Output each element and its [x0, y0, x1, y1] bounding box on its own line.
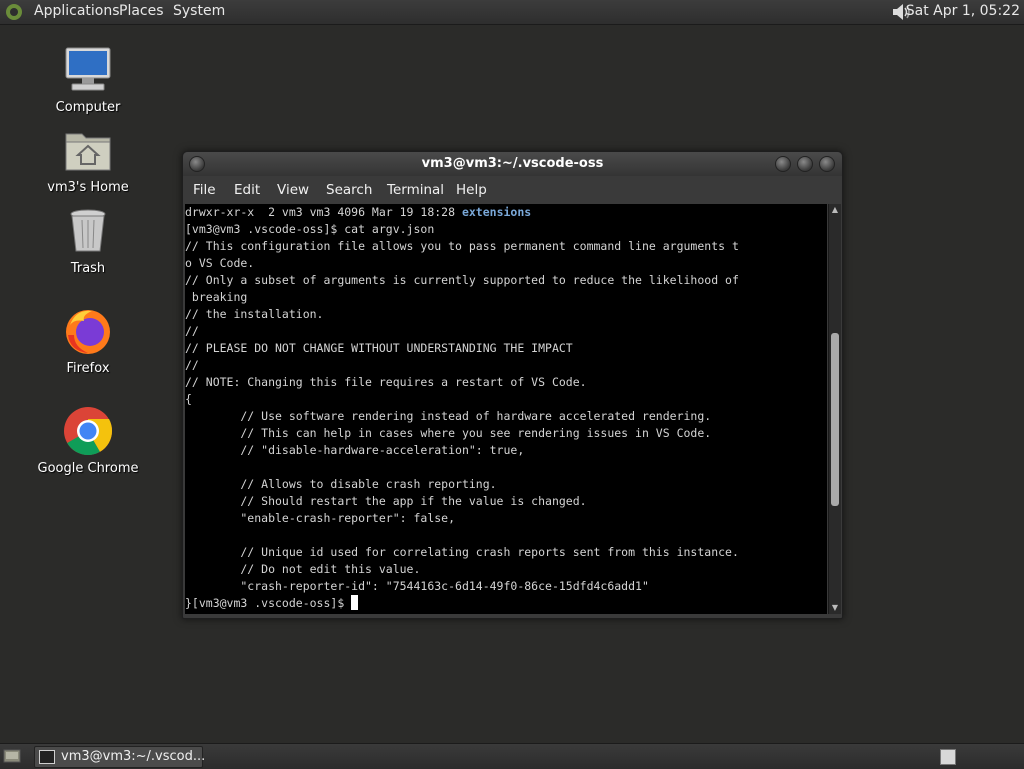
close-button[interactable]	[819, 156, 835, 172]
terminal-line-text: // Use software rendering instead of har…	[185, 409, 712, 423]
desktop-icon-label: Computer	[55, 100, 121, 115]
menu-help[interactable]: Help	[456, 182, 487, 198]
terminal-line-text: // NOTE: Changing this file requires a r…	[185, 375, 587, 389]
taskbar-window-button[interactable]: vm3@vm3:~/.vscod...	[34, 746, 206, 768]
desktop-icon-trash[interactable]: Trash	[33, 205, 143, 276]
chrome-icon	[64, 407, 113, 456]
desktop-icon-label: Google Chrome	[37, 461, 139, 476]
terminal-line-text: // Do not edit this value.	[185, 562, 421, 576]
terminal-line-text: // "disable-hardware-acceleration": true…	[185, 443, 525, 457]
window-title: vm3@vm3:~/.vscode-oss	[421, 156, 604, 171]
workspace-switcher-icon[interactable]	[940, 749, 956, 765]
terminal-line-text: // Should restart the app if the value i…	[185, 494, 587, 508]
terminal-line-text: // This can help in cases where you see …	[185, 426, 712, 440]
terminal-line-text: [vm3@vm3 .vscode-oss]$ cat argv.json	[185, 222, 435, 236]
top-panel: Applications Places System Sat Apr 1, 05…	[0, 0, 1024, 25]
clock[interactable]: Sat Apr 1, 05:22	[906, 3, 1020, 19]
terminal-output[interactable]: drwxr-xr-x 2 vm3 vm3 4096 Mar 19 18:28 e…	[185, 204, 827, 614]
terminal-line: // the installation.	[185, 306, 827, 323]
terminal-line: [vm3@vm3 .vscode-oss]$ cat argv.json	[185, 221, 827, 238]
terminal-line-text: //	[185, 358, 199, 372]
desktop-icon-computer[interactable]: Computer	[33, 44, 143, 115]
terminal-line: // Allows to disable crash reporting.	[185, 476, 827, 493]
home-folder-icon	[65, 133, 111, 171]
terminal-menubar: File Edit View Search Terminal Help	[183, 177, 842, 203]
desktop-icon-label: Firefox	[66, 361, 110, 376]
terminal-line-text: // the installation.	[185, 307, 324, 321]
terminal-window[interactable]: vm3@vm3:~/.vscode-oss File Edit View Sea…	[182, 151, 843, 619]
terminal-lines: drwxr-xr-x 2 vm3 vm3 4096 Mar 19 18:28 e…	[185, 204, 827, 612]
terminal-line: // Do not edit this value.	[185, 561, 827, 578]
firefox-icon	[66, 310, 110, 354]
terminal-line-text: // Allows to disable crash reporting.	[185, 477, 497, 491]
terminal-line-text: breaking	[185, 290, 248, 304]
terminal-line-text: // Only a subset of arguments is current…	[185, 273, 739, 287]
directory-name: extensions	[461, 205, 532, 219]
show-desktop-icon[interactable]	[3, 748, 21, 764]
minimize-button[interactable]	[775, 156, 791, 172]
terminal-line: // Only a subset of arguments is current…	[185, 272, 827, 289]
terminal-line-text: //	[185, 324, 199, 338]
computer-icon	[65, 47, 111, 91]
terminal-line: // Use software rendering instead of har…	[185, 408, 827, 425]
terminal-line: // This can help in cases where you see …	[185, 425, 827, 442]
menu-file[interactable]: File	[193, 182, 216, 198]
terminal-line: //	[185, 357, 827, 374]
terminal-line-text: drwxr-xr-x 2 vm3 vm3 4096 Mar 19 18:28	[185, 205, 462, 219]
desktop-icon-label: vm3's Home	[47, 180, 129, 195]
terminal-line: // PLEASE DO NOT CHANGE WITHOUT UNDERSTA…	[185, 340, 827, 357]
terminal-line: // Should restart the app if the value i…	[185, 493, 827, 510]
menu-terminal[interactable]: Terminal	[387, 182, 444, 198]
terminal-line: // Unique id used for correlating crash …	[185, 544, 827, 561]
desktop-icon-chrome[interactable]: Google Chrome	[33, 405, 143, 476]
terminal-line: // "disable-hardware-acceleration": true…	[185, 442, 827, 459]
scrollbar-thumb[interactable]	[831, 332, 839, 507]
window-titlebar[interactable]: vm3@vm3:~/.vscode-oss	[183, 152, 842, 176]
desktop-icon-firefox[interactable]: Firefox	[33, 305, 143, 376]
places-menu[interactable]: Places	[119, 3, 164, 19]
terminal-line: "enable-crash-reporter": false,	[185, 510, 827, 527]
terminal-cursor	[351, 595, 359, 610]
terminal-line-text: "crash-reporter-id": "7544163c-6d14-49f0…	[185, 579, 649, 593]
taskbar-window-label: vm3@vm3:~/.vscod...	[61, 749, 206, 764]
terminal-line-text: o VS Code.	[185, 256, 255, 270]
scroll-up-arrow-icon[interactable]: ▲	[829, 204, 841, 216]
menu-edit[interactable]: Edit	[234, 182, 260, 198]
terminal-line: }[vm3@vm3 .vscode-oss]$	[185, 595, 827, 612]
terminal-line: breaking	[185, 289, 827, 306]
menu-view[interactable]: View	[277, 182, 309, 198]
trash-icon	[70, 209, 106, 252]
terminal-scrollbar[interactable]: ▲ ▼	[828, 204, 841, 614]
system-menu[interactable]: System	[173, 3, 225, 19]
terminal-line: //	[185, 323, 827, 340]
terminal-line-text: {	[185, 392, 192, 406]
bottom-panel: vm3@vm3:~/.vscod...	[0, 743, 1024, 769]
terminal-line-text: // PLEASE DO NOT CHANGE WITHOUT UNDERSTA…	[185, 341, 573, 355]
terminal-line: drwxr-xr-x 2 vm3 vm3 4096 Mar 19 18:28 e…	[185, 204, 827, 221]
menu-search[interactable]: Search	[326, 182, 372, 198]
terminal-icon	[39, 750, 55, 764]
terminal-line-text: "enable-crash-reporter": false,	[185, 511, 456, 525]
terminal-line: {	[185, 391, 827, 408]
desktop-icon-label: Trash	[70, 261, 106, 276]
applications-menu[interactable]: Applications	[34, 3, 120, 19]
terminal-line-text: }[vm3@vm3 .vscode-oss]$	[185, 596, 352, 610]
distro-logo-icon[interactable]	[4, 2, 24, 22]
terminal-line: // This configuration file allows you to…	[185, 238, 827, 255]
desktop-icon-home[interactable]: vm3's Home	[33, 124, 143, 195]
scroll-down-arrow-icon[interactable]: ▼	[829, 602, 841, 614]
terminal-line-text: // Unique id used for correlating crash …	[185, 545, 739, 559]
terminal-line-text: // This configuration file allows you to…	[185, 239, 739, 253]
terminal-line: o VS Code.	[185, 255, 827, 272]
terminal-line: // NOTE: Changing this file requires a r…	[185, 374, 827, 391]
terminal-line: "crash-reporter-id": "7544163c-6d14-49f0…	[185, 578, 827, 595]
maximize-button[interactable]	[797, 156, 813, 172]
